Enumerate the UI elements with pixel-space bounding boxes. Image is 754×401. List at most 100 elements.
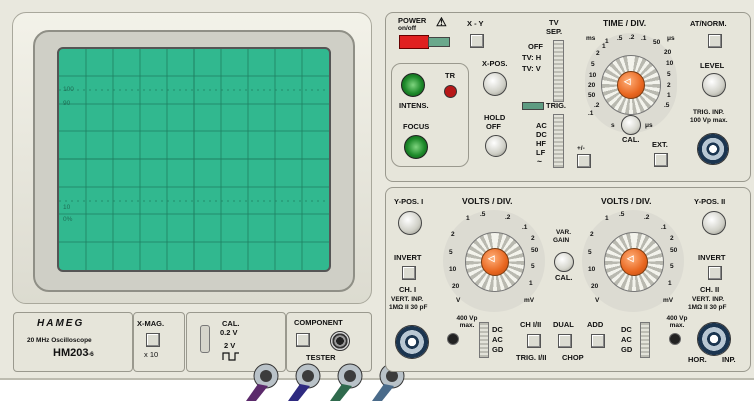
time-div-tick-3: .2 [629, 34, 635, 41]
ch1-tick-11: 2 [531, 235, 535, 242]
dual-label: DUAL [553, 320, 574, 329]
graticule-mark-90: 90 [63, 100, 71, 107]
trig-hf: HF [536, 139, 546, 148]
tr-label: TR [445, 71, 455, 80]
component-label: COMPONENT [294, 318, 343, 327]
xy-button[interactable] [470, 34, 484, 48]
intensity-knob[interactable] [401, 73, 425, 97]
trace-rotation-control[interactable] [444, 85, 457, 98]
trig-indicator [522, 102, 544, 110]
xmag-sub: x 10 [144, 350, 159, 359]
xmag-label: X-MAG. [137, 319, 165, 328]
ch2-tick-2: .5 [619, 211, 625, 218]
component-tester-jack[interactable] [330, 331, 350, 351]
xmag-button[interactable] [146, 333, 160, 347]
ch1-tick-7: 10 [449, 266, 457, 273]
trig-inp-max: 100 Vp max. [690, 117, 728, 124]
time-cal-knob[interactable] [621, 115, 641, 135]
time-div-tick-12: .2 [594, 102, 600, 109]
ch1-gnd-jack[interactable] [447, 333, 459, 345]
ch1-volts-div-label: VOLTS / DIV. [462, 196, 513, 206]
trig-inp-label: TRIG. INP. [693, 109, 724, 116]
time-div-tick-6: 20 [664, 49, 672, 56]
dual-button[interactable] [558, 334, 572, 348]
time-div-label: TIME / DIV. [603, 18, 647, 28]
ch2-tick-1: 1 [605, 215, 609, 222]
trig-label: TRIG. [546, 101, 566, 110]
ch2-input-connector[interactable] [697, 322, 731, 356]
time-div-tick-18: 2 [596, 50, 600, 57]
ch12-button[interactable] [527, 334, 541, 348]
brand-subtitle: 20 MHz Oscilloscope [27, 337, 92, 344]
var-gain-knob[interactable] [554, 252, 574, 272]
focus-knob[interactable] [404, 135, 428, 159]
xpos-knob[interactable] [483, 72, 507, 96]
ch2-coupling-switch[interactable] [640, 322, 650, 358]
time-cal-label: CAL. [622, 135, 640, 144]
ch2-ypos-knob[interactable] [702, 211, 726, 235]
graticule-mark-10: 10 [63, 204, 71, 211]
time-div-ms: ms [586, 35, 596, 42]
trig12-label: TRIG. I/II [516, 353, 547, 362]
ch2-dc: DC [621, 325, 632, 334]
time-div-knob[interactable] [617, 71, 645, 99]
tv-sep-switch[interactable] [553, 40, 564, 102]
at-norm-button[interactable] [708, 34, 722, 48]
time-div-tick-4: .1 [641, 35, 647, 42]
time-div-tick-11: .5 [664, 102, 670, 109]
ch1-ypos-label: Y-POS. I [394, 197, 424, 206]
ch1-invert-button[interactable] [402, 266, 416, 280]
time-div-us-2: μs [645, 122, 653, 129]
ch1-coupling-switch[interactable] [479, 322, 489, 358]
component-tester-button[interactable] [296, 333, 310, 347]
ch2-volts-arrow-icon: ◁ [627, 253, 634, 263]
time-div-tick-15: 50 [588, 92, 596, 99]
power-button[interactable] [399, 35, 429, 49]
model-number: HM203 [53, 347, 89, 359]
ch2-invert-button[interactable] [708, 266, 722, 280]
gain-label: GAIN [553, 237, 570, 244]
time-div-arrow-icon: ◁ [624, 76, 631, 86]
ch2-vert-inp: VERT. INP. [692, 296, 725, 303]
trig-plusminus: +/- [577, 145, 585, 152]
ch1-ac: AC [492, 335, 503, 344]
focus-label: FOCUS [403, 122, 430, 131]
ch1-input-connector[interactable] [395, 325, 429, 359]
ch2-tick-11: 2 [670, 235, 674, 242]
graticule [59, 49, 329, 270]
ch2-gnd-jack[interactable] [669, 333, 681, 345]
power-button-track [428, 37, 450, 47]
time-div-us: μs [667, 35, 675, 42]
ch2-tick-9: 50 [670, 247, 678, 254]
xpos-label: X-POS. [482, 59, 508, 68]
ch2-invert-label: INVERT [698, 253, 726, 262]
trig-ac: AC [536, 121, 547, 130]
brand-logo: HAMEG [37, 318, 85, 329]
add-button[interactable] [591, 334, 605, 348]
inp-label: INP. [722, 355, 736, 364]
time-div-tick-17: 5 [591, 61, 595, 68]
ch1-volts-knob[interactable] [481, 248, 509, 276]
ch1-vert-inp: VERT. INP. [391, 296, 424, 303]
graticule-mark-0: 0% [63, 216, 73, 223]
ch1-ypos-knob[interactable] [398, 211, 422, 235]
level-knob[interactable] [702, 73, 726, 97]
ch2-ypos-label: Y-POS. II [694, 197, 726, 206]
hold-label: HOLD [484, 113, 506, 122]
ch12-label: CH I/II [520, 320, 542, 329]
ch2-volts-div-label: VOLTS / DIV. [601, 196, 652, 206]
trig-slope-button[interactable] [577, 154, 591, 168]
ch1-tick-2: .5 [480, 211, 486, 218]
ch2-volts-knob[interactable] [620, 248, 648, 276]
cal-terminal[interactable] [200, 325, 210, 353]
trig-input-connector[interactable] [697, 133, 729, 165]
trig-dc: DC [536, 130, 547, 139]
time-div-tick-16: 10 [589, 72, 597, 79]
ch2-tick-6: 5 [588, 249, 592, 256]
at-norm-label: AT/NORM. [690, 19, 727, 28]
trig-coupling-switch[interactable] [553, 114, 564, 168]
ch2-ac: AC [621, 335, 632, 344]
ext-trigger-button[interactable] [654, 153, 668, 167]
tv-off: OFF [528, 42, 543, 51]
hold-off-knob[interactable] [485, 135, 507, 157]
